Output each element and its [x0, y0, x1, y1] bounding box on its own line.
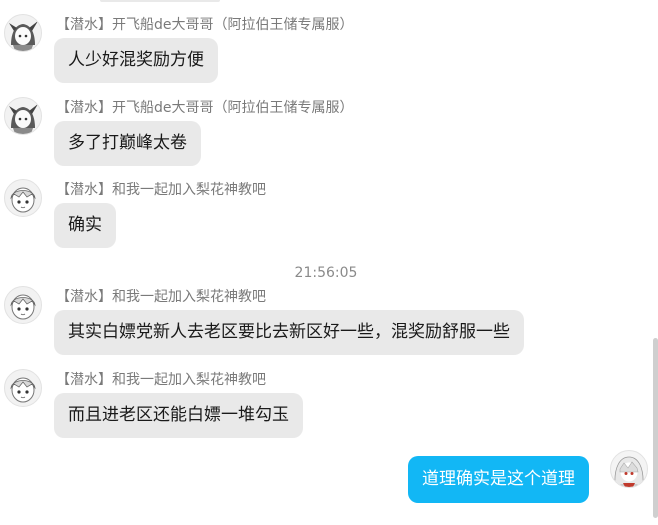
sender-name: 【潜水】开飞船de大哥哥（阿拉伯王储专属服）: [56, 17, 354, 33]
vertical-scrollbar[interactable]: [653, 338, 658, 518]
anime-character-avatar-icon[interactable]: [4, 14, 42, 52]
self-message-bubble[interactable]: 道理确实是这个道理: [408, 456, 589, 503]
anime-girl-avatar-icon[interactable]: [4, 286, 42, 324]
sender-name: 【潜水】和我一起加入梨花神教吧: [56, 289, 266, 305]
message-bubble[interactable]: 多了打巅峰太卷: [54, 121, 201, 166]
message-bubble[interactable]: 其实白嫖党新人去老区要比去新区好一些，混奖励舒服一些: [54, 310, 524, 355]
sender-name: 【潜水】开飞船de大哥哥（阿拉伯王储专属服）: [56, 100, 354, 116]
anime-girl-avatar-icon[interactable]: [4, 179, 42, 217]
message-bubble[interactable]: 人少好混奖励方便: [54, 38, 218, 83]
message-bubble[interactable]: 确实: [54, 203, 116, 248]
message-timestamp: 21:56:05: [294, 265, 358, 281]
sender-name: 【潜水】和我一起加入梨花神教吧: [56, 182, 266, 198]
anime-girl-avatar-icon[interactable]: [4, 369, 42, 407]
message-bubble[interactable]: 而且进老区还能白嫖一堆勾玉: [54, 393, 303, 438]
chat-message-area[interactable]: 【潜水】开飞船de大哥哥（阿拉伯王储专属服） 人少好混奖励方便 【潜水】开飞船d…: [0, 0, 658, 525]
white-hair-girl-avatar-icon[interactable]: [610, 450, 648, 488]
anime-character-avatar-icon[interactable]: [4, 97, 42, 135]
sender-name: 【潜水】和我一起加入梨花神教吧: [56, 372, 266, 388]
previous-bubble-edge: [100, 0, 220, 2]
